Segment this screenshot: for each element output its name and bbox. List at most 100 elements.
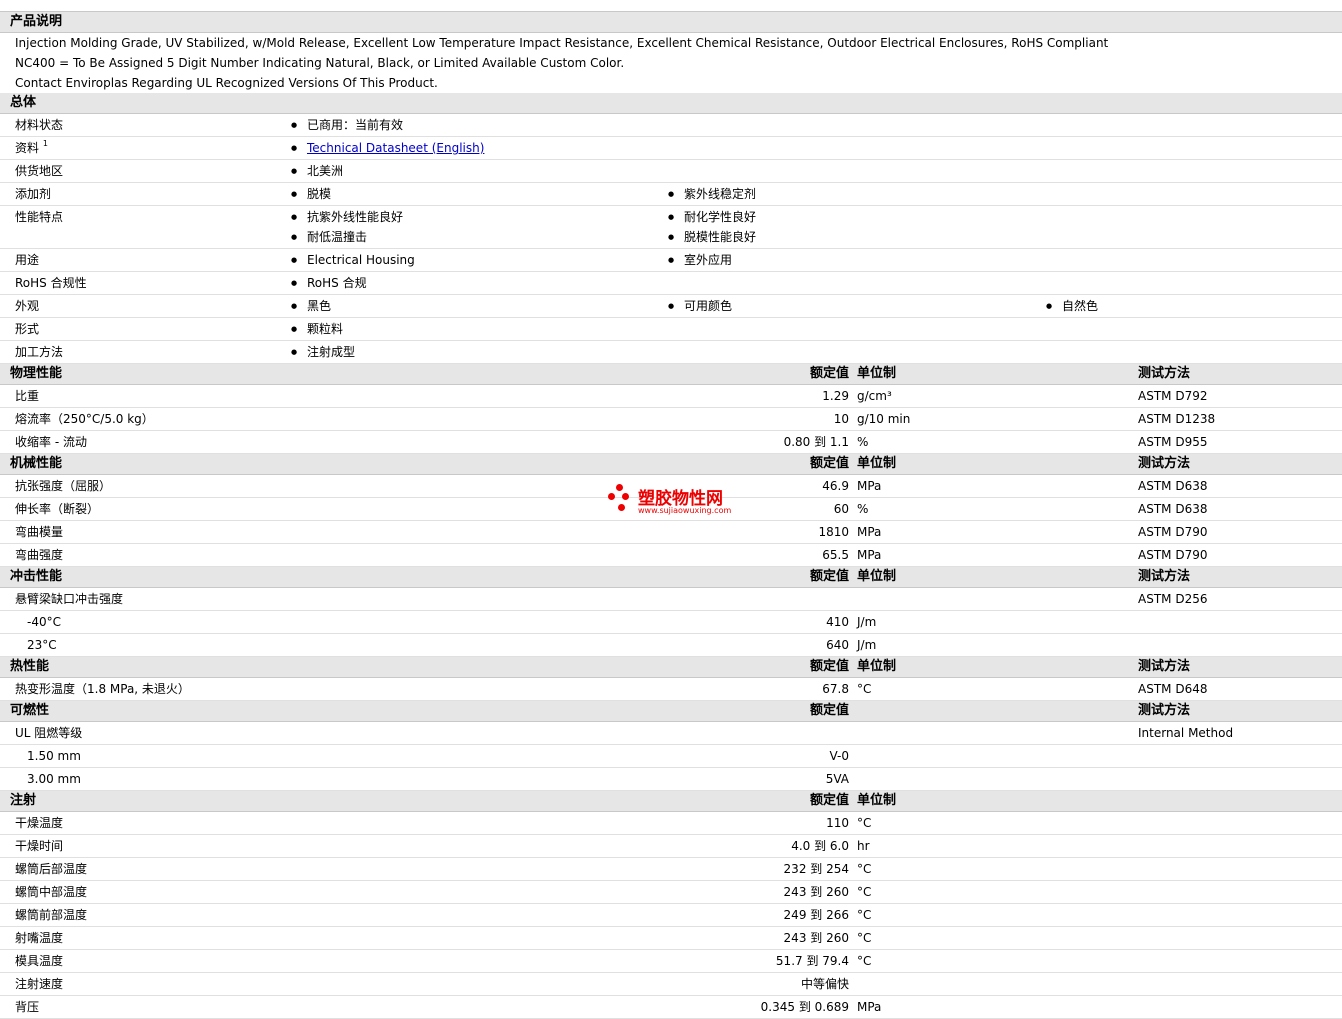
property-label: 23°C <box>27 638 57 652</box>
use-value: Electrical Housing <box>291 249 415 271</box>
status-value: 已商用：当前有效 <box>291 114 403 136</box>
process-value: 注射成型 <box>291 341 355 363</box>
property-label: 悬臂梁缺口冲击强度 <box>15 592 124 606</box>
general-row-status: 材料状态 已商用：当前有效 <box>0 114 1342 137</box>
additive-value: 脱模 <box>291 183 331 205</box>
technical-datasheet-link[interactable]: Technical Datasheet (English) <box>307 141 484 155</box>
property-unit: MPa <box>857 548 882 562</box>
appearance-value: 黑色 <box>291 295 331 317</box>
property-label: 干燥时间 <box>15 839 64 853</box>
property-test: ASTM D648 <box>1138 682 1208 696</box>
header-test: 测试方法 <box>1138 703 1191 718</box>
property-unit: °C <box>857 682 872 696</box>
property-label: 弯曲强度 <box>15 548 64 562</box>
header-value: 额定值 <box>809 366 849 381</box>
description-line: NC400 = To Be Assigned 5 Digit Number In… <box>15 56 625 70</box>
property-unit: °C <box>857 931 872 945</box>
property-subrow: 23°C 640 J/m <box>0 634 1342 657</box>
section-injection: 注射 额定值 单位制 <box>0 791 1342 812</box>
property-test: ASTM D638 <box>1138 479 1208 493</box>
section-title: 热性能 <box>10 659 50 674</box>
description-line: Injection Molding Grade, UV Stabilized, … <box>15 36 1109 50</box>
property-row: UL 阻燃等级 Internal Method <box>0 722 1342 745</box>
general-row-form: 形式 颗粒料 <box>0 318 1342 341</box>
property-label: 抗张强度（屈服） <box>15 479 112 493</box>
property-unit: °C <box>857 862 872 876</box>
row-label: 材料状态 <box>15 118 64 132</box>
property-unit: °C <box>857 908 872 922</box>
property-value: 1810 <box>818 525 849 539</box>
row-label: RoHS 合规性 <box>15 276 87 290</box>
property-label: 收缩率 - 流动 <box>15 435 87 449</box>
appearance-value: 可用颜色 <box>668 295 732 317</box>
property-label: UL 阻燃等级 <box>15 726 83 740</box>
section-general: 总体 <box>0 93 1342 114</box>
property-label: 比重 <box>15 389 40 403</box>
property-unit: °C <box>857 885 872 899</box>
section-title: 机械性能 <box>10 456 63 471</box>
property-row: 螺筒中部温度 243 到 260 °C <box>0 881 1342 904</box>
additive-value: 紫外线稳定剂 <box>668 183 756 205</box>
header-unit: 单位制 <box>857 793 897 808</box>
property-row: 弯曲强度 65.5 MPa ASTM D790 <box>0 544 1342 567</box>
header-value: 额定值 <box>809 703 849 718</box>
property-label: 螺筒后部温度 <box>15 862 88 876</box>
property-value: 4.0 到 6.0 <box>791 839 849 853</box>
header-unit: 单位制 <box>857 366 897 381</box>
property-value: 249 到 266 <box>783 908 849 922</box>
row-label: 性能特点 <box>15 210 64 224</box>
property-unit: % <box>857 435 869 449</box>
property-unit: MPa <box>857 1000 882 1014</box>
rohs-value: RoHS 合规 <box>291 272 367 294</box>
feature-value: 耐低温撞击 <box>291 226 367 248</box>
logo-dots-icon <box>608 484 632 518</box>
property-unit: % <box>857 502 869 516</box>
property-label: 注射速度 <box>15 977 64 991</box>
property-value: 243 到 260 <box>783 931 849 945</box>
property-value: 0.80 到 1.1 <box>783 435 849 449</box>
section-title: 总体 <box>10 95 37 110</box>
row-label: 用途 <box>15 253 40 267</box>
property-unit: J/m <box>857 638 877 652</box>
property-row: 射嘴温度 243 到 260 °C <box>0 927 1342 950</box>
property-label: 模具温度 <box>15 954 64 968</box>
header-value: 额定值 <box>809 569 849 584</box>
property-subrow: -40°C 410 J/m <box>0 611 1342 634</box>
property-value: 46.9 <box>822 479 849 493</box>
header-unit: 单位制 <box>857 569 897 584</box>
property-test: ASTM D955 <box>1138 435 1208 449</box>
general-row-additive: 添加剂 脱模 紫外线稳定剂 <box>0 183 1342 206</box>
general-row-datasheet: 资料 1 Technical Datasheet (English) <box>0 137 1342 160</box>
section-thermal: 热性能 额定值 单位制 测试方法 <box>0 657 1342 678</box>
property-row: 背压 0.345 到 0.689 MPa <box>0 996 1342 1019</box>
feature-value: 脱模性能良好 <box>668 226 756 248</box>
property-test: ASTM D790 <box>1138 548 1208 562</box>
property-value: 410 <box>826 615 849 629</box>
general-row-use: 用途 Electrical Housing 室外应用 <box>0 249 1342 272</box>
property-row: 收缩率 - 流动 0.80 到 1.1 % ASTM D955 <box>0 431 1342 454</box>
property-label: 射嘴温度 <box>15 931 64 945</box>
property-test: ASTM D638 <box>1138 502 1208 516</box>
section-flammability: 可燃性 额定值 测试方法 <box>0 701 1342 722</box>
section-title: 注射 <box>10 793 37 808</box>
description-line: Contact Enviroplas Regarding UL Recogniz… <box>15 76 438 90</box>
property-value: 65.5 <box>822 548 849 562</box>
property-subrow: 3.00 mm 5VA <box>0 768 1342 791</box>
property-value: 5VA <box>825 772 849 786</box>
form-value: 颗粒料 <box>291 318 343 340</box>
property-unit: g/10 min <box>857 412 911 426</box>
property-label: 螺筒中部温度 <box>15 885 88 899</box>
section-mechanical: 机械性能 额定值 单位制 测试方法 <box>0 454 1342 475</box>
appearance-value: 自然色 <box>1046 295 1098 317</box>
general-row-process: 加工方法 注射成型 <box>0 341 1342 364</box>
header-test: 测试方法 <box>1138 456 1191 471</box>
property-row: 干燥温度 110 °C <box>0 812 1342 835</box>
property-label: 伸长率（断裂） <box>15 502 100 516</box>
general-row-features: 性能特点 抗紫外线性能良好 耐化学性良好 耐低温撞击 脱模性能良好 <box>0 206 1342 249</box>
header-value: 额定值 <box>809 659 849 674</box>
property-unit: MPa <box>857 479 882 493</box>
property-row: 螺筒前部温度 249 到 266 °C <box>0 904 1342 927</box>
watermark-logo: 塑胶物性网 www.sujiaowuxing.com <box>608 484 748 520</box>
property-unit: °C <box>857 954 872 968</box>
header-unit: 单位制 <box>857 456 897 471</box>
